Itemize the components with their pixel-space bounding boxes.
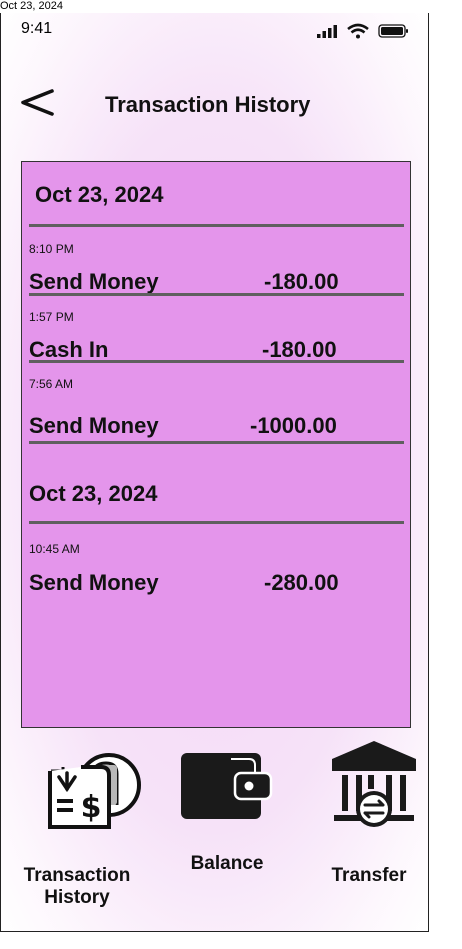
back-button[interactable] <box>17 84 57 124</box>
phone-screen: 9:41 Transaction History Oct 23, 2024 8:… <box>0 13 429 932</box>
nav-transaction-history[interactable]: $ Transaction History <box>19 741 141 908</box>
transaction-time: 1:57 PM <box>29 310 74 324</box>
chevron-left-icon <box>21 89 54 116</box>
transaction-type: Send Money <box>29 413 159 438</box>
svg-text:$: $ <box>81 790 102 825</box>
bank-transfer-icon <box>332 741 416 827</box>
nav-balance[interactable]: Balance <box>176 751 276 877</box>
divider <box>29 224 404 227</box>
divider <box>29 521 404 524</box>
battery-icon <box>378 24 408 38</box>
transaction-type: Send Money <box>29 570 159 595</box>
divider <box>29 293 404 296</box>
transaction-time: 10:45 AM <box>29 542 80 556</box>
page-title: Transaction History <box>105 92 311 117</box>
wifi-icon <box>347 23 369 39</box>
transaction-time: 7:56 AM <box>29 377 74 391</box>
signal-icon <box>317 25 337 38</box>
transaction-amount: -280.00 <box>264 570 339 595</box>
transaction-list-panel: Oct 23, 2024 8:10 PM Send Money -180.00 … <box>21 161 411 728</box>
divider <box>29 360 404 363</box>
date-header: Oct 23, 2024 <box>35 182 164 207</box>
divider <box>29 441 404 444</box>
wallet-icon <box>181 753 273 819</box>
receipt-dollar-icon: $ <box>48 753 141 829</box>
transaction-time: 8:10 PM <box>29 242 74 256</box>
transaction-type: Send Money <box>29 269 159 294</box>
nav-label: Transfer <box>331 865 407 886</box>
nav-label: Balance <box>190 853 264 874</box>
nav-transfer[interactable]: Transfer <box>323 739 419 886</box>
status-icons <box>317 23 409 39</box>
status-bar: 9:41 <box>1 13 428 49</box>
nav-label: Transaction History <box>23 865 131 908</box>
transaction-amount: -1000.00 <box>250 413 337 438</box>
document-date-stamp: Oct 23, 2024 <box>0 0 63 12</box>
status-time: 9:41 <box>21 20 53 37</box>
date-header: Oct 23, 2024 <box>29 481 158 506</box>
transaction-amount: -180.00 <box>264 269 339 294</box>
